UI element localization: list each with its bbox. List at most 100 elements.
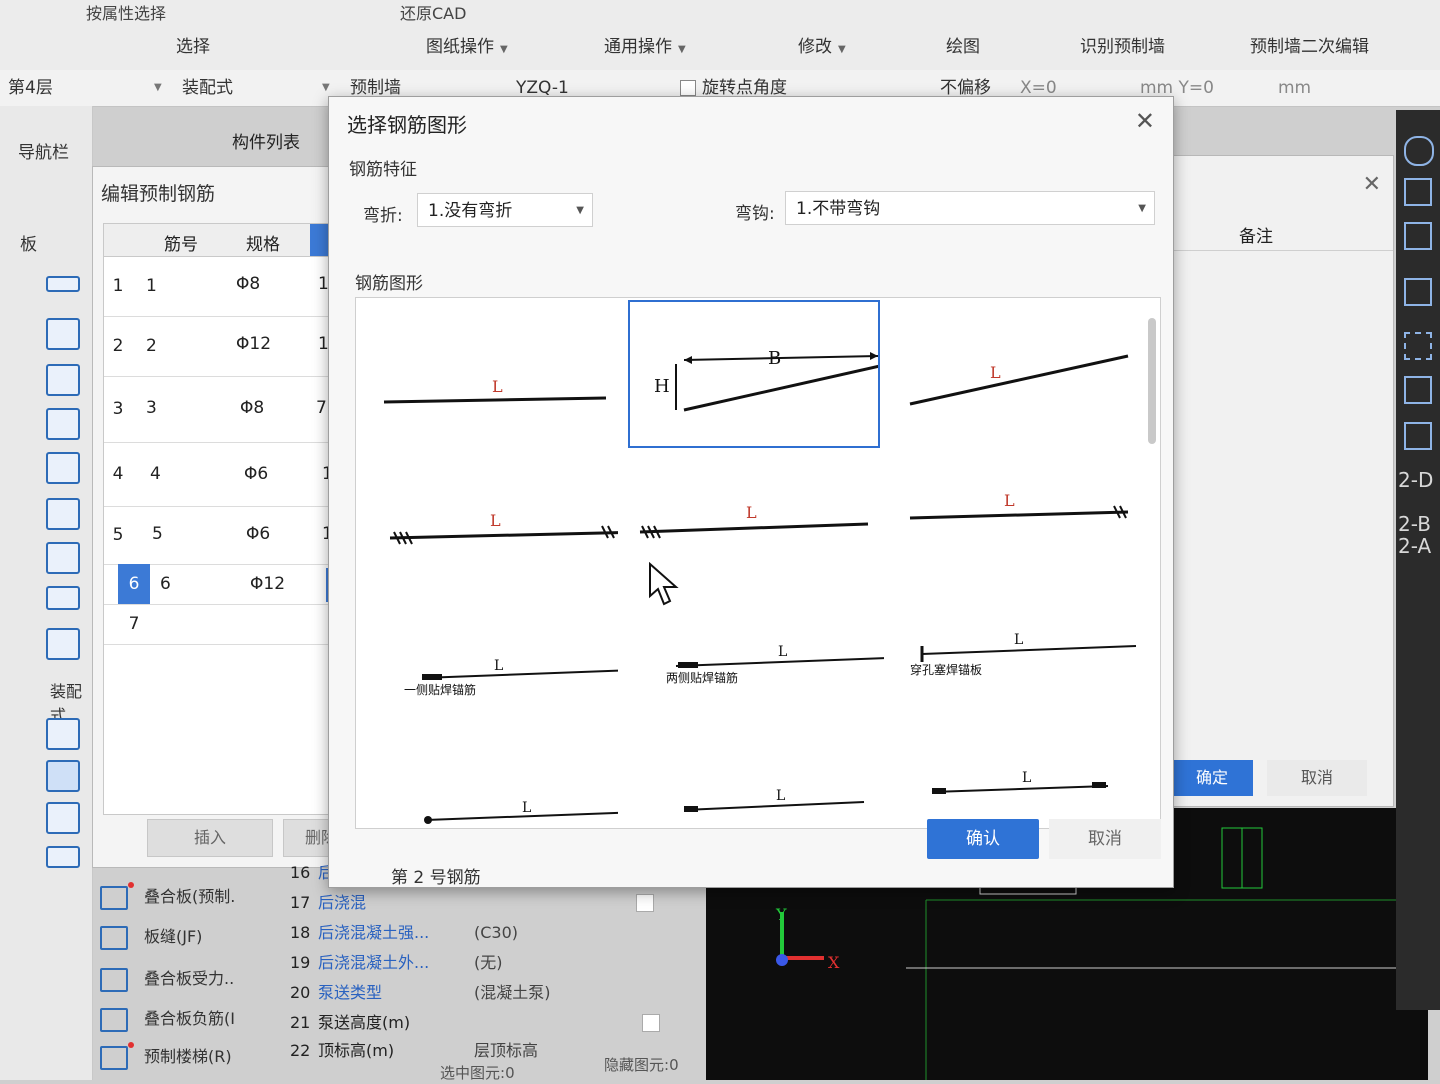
ribbon-group-common-ops[interactable]: 通用操作 ▼ (604, 32, 686, 57)
bend-select[interactable]: 1.没有弯折 ▼ (417, 193, 593, 227)
edit-precast-rebar-window: 编辑预制钢筋 筋号 规格 1 1 Φ8 1 2 2 Φ12 1 3 3 Φ8 7… (92, 166, 364, 868)
table-row[interactable]: 4 4 Φ6 10 (104, 442, 360, 507)
fit-view-icon[interactable] (1404, 332, 1432, 360)
rebar-stress-icon[interactable] (46, 498, 80, 530)
composite-slab-icon (100, 886, 128, 910)
shape-two-side-welded[interactable]: L 两侧贴焊锚筋 (632, 616, 889, 764)
nav-board-label: 板 (20, 235, 37, 255)
category-select[interactable]: 装配式 ▼ (182, 76, 332, 100)
confirm-button[interactable]: 确认 (927, 819, 1039, 859)
orbit-icon[interactable] (1404, 136, 1434, 166)
close-icon[interactable]: ✕ (1363, 172, 1381, 197)
ribbon-group-wall-edit[interactable]: 预制墙二次编辑 (1250, 32, 1369, 57)
property-checkbox[interactable] (636, 894, 654, 912)
property-row[interactable]: 18 后浇混凝土强... (C30) (284, 918, 704, 948)
side-item-slab-stress[interactable]: 叠合板受力.. (100, 962, 280, 996)
table-row[interactable]: 1 1 Φ8 1 (104, 256, 360, 317)
shape-straight[interactable]: L (366, 308, 618, 456)
table-row[interactable]: 7 (104, 604, 360, 645)
table-row[interactable]: 5 5 Φ6 10 (104, 506, 360, 565)
close-icon[interactable]: ✕ (1135, 107, 1155, 135)
layer-icon[interactable] (1404, 376, 1432, 404)
property-row[interactable]: 17 后浇混 (284, 888, 704, 918)
stair-icon (100, 1046, 128, 1070)
shape-gallery: L B H L L L L L 一侧贴焊锚筋 L 两侧贴焊锚筋 L 穿孔塞焊锚板… (355, 297, 1161, 829)
shape-variant[interactable]: L (632, 762, 884, 828)
axis-label: 2-A (1398, 534, 1432, 558)
nav-title: 导航栏 (18, 143, 69, 163)
slab-strip-icon[interactable] (46, 586, 80, 610)
chevron-down-icon: ▼ (576, 205, 584, 216)
restore-cad-button[interactable]: 还原CAD (400, 0, 466, 24)
ribbon-group-drawing-ops[interactable]: 图纸操作 ▼ (426, 32, 508, 57)
precast-wall-icon[interactable] (46, 760, 80, 792)
precast-column-icon[interactable] (46, 718, 80, 750)
3d-view-icon[interactable] (1404, 178, 1432, 206)
ramp-icon[interactable] (46, 364, 80, 396)
ribbon: 按属性选择 还原CAD 选择 图纸操作 ▼ 通用操作 ▼ 修改 ▼ 绘图 识别预制墙 … (0, 0, 1440, 71)
properties-icon[interactable] (1404, 422, 1432, 450)
navigation-panel: 导航栏 板 装配式 (0, 106, 93, 1080)
column-header-spec: 规格 (246, 235, 280, 255)
remark-header: 备注 (1239, 227, 1273, 247)
svg-text:两侧贴焊锚筋: 两侧贴焊锚筋 (666, 670, 738, 685)
select-rebar-shape-dialog: 选择钢筋图形 ✕ 钢筋特征 弯折: 1.没有弯折 ▼ 弯钩: 1.不带弯钩 ▼ 钢筋… (328, 96, 1174, 888)
precast-beam-icon[interactable] (46, 802, 80, 834)
rebar-negative-icon[interactable] (46, 542, 80, 574)
side-item-composite-slab[interactable]: 叠合板(预制. (100, 880, 280, 914)
property-row[interactable]: 19 后浇混凝土外... (无) (284, 948, 704, 978)
insert-button[interactable]: 插入 (147, 819, 273, 857)
table-row[interactable]: 3 3 Φ8 71 (104, 376, 360, 443)
slab-icon[interactable] (46, 276, 80, 292)
side-item-slab-negative[interactable]: 叠合板负筋(I (100, 1002, 280, 1036)
cube-icon[interactable] (1404, 222, 1432, 250)
side-item-slab-joint[interactable]: 板缝(JF) (100, 920, 280, 954)
precast-slab-icon[interactable] (46, 846, 80, 868)
property-checkbox[interactable] (642, 1014, 660, 1032)
wall-icon[interactable] (46, 318, 80, 350)
component-list-tab[interactable]: 构件列表 (232, 128, 332, 164)
chevron-down-icon: ▼ (1138, 203, 1146, 214)
property-row[interactable]: 20 泵送类型 (混凝土泵) (284, 978, 704, 1008)
select-by-property-button[interactable]: 按属性选择 (86, 0, 166, 24)
cancel-button[interactable]: 取消 (1049, 819, 1161, 859)
remark-header-cell: 备注 (1171, 214, 1393, 251)
svg-text:L: L (494, 658, 503, 674)
mouse-cursor-icon (648, 561, 682, 612)
back-cancel-button[interactable]: 取消 (1267, 760, 1367, 796)
ribbon-group-draw[interactable]: 绘图 (946, 32, 980, 57)
shape-threaded-both[interactable]: L (366, 468, 643, 616)
ribbon-group-identify-wall[interactable]: 识别预制墙 (1080, 32, 1165, 57)
floor-select[interactable]: 第4层 ▼ (8, 76, 162, 100)
axis-label: 2-D (1398, 468, 1434, 492)
back-ok-button[interactable]: 确定 (1171, 760, 1253, 796)
bend-label: 弯折: (363, 206, 403, 226)
shape-one-side-welded[interactable]: L 一侧贴焊锚筋 (366, 616, 637, 764)
shape-inclined-selected[interactable]: B H (628, 300, 881, 448)
opening-icon[interactable] (46, 452, 80, 484)
right-toolbar: 2-D 2-B 2-A (1396, 110, 1440, 1010)
svg-text:一侧贴焊锚筋: 一侧贴焊锚筋 (404, 682, 476, 697)
ribbon-group-select[interactable]: 选择 (176, 32, 210, 57)
svg-text:L: L (1022, 770, 1031, 786)
hook-select[interactable]: 1.不带弯钩 ▼ (785, 191, 1155, 225)
slab-joint-icon (100, 926, 128, 950)
svg-text:L: L (522, 800, 531, 816)
svg-text:L: L (492, 377, 503, 396)
gallery-scrollbar[interactable] (1148, 318, 1156, 444)
table-row[interactable]: 2 2 Φ12 1 (104, 316, 360, 377)
column-cap-icon[interactable] (46, 408, 80, 440)
column-icon[interactable] (46, 628, 80, 660)
shape-variant[interactable]: L (366, 762, 643, 828)
svg-text:L: L (490, 511, 501, 530)
side-item-precast-stair[interactable]: 预制楼梯(R) (100, 1040, 280, 1074)
ribbon-group-modify[interactable]: 修改 ▼ (798, 32, 846, 57)
y-unit-label: mm (1278, 78, 1312, 98)
shape-plug-welded[interactable]: L 穿孔塞焊锚板 (896, 616, 1148, 764)
property-row[interactable]: 21 泵送高度(m) (284, 1008, 704, 1038)
shape-threaded-right[interactable]: L (896, 468, 1148, 616)
shape-sloped[interactable]: L (896, 308, 1148, 456)
status-dot (128, 882, 134, 888)
box-icon[interactable] (1404, 278, 1432, 306)
table-row-selected[interactable]: 6 6 Φ12 1 (104, 564, 360, 605)
